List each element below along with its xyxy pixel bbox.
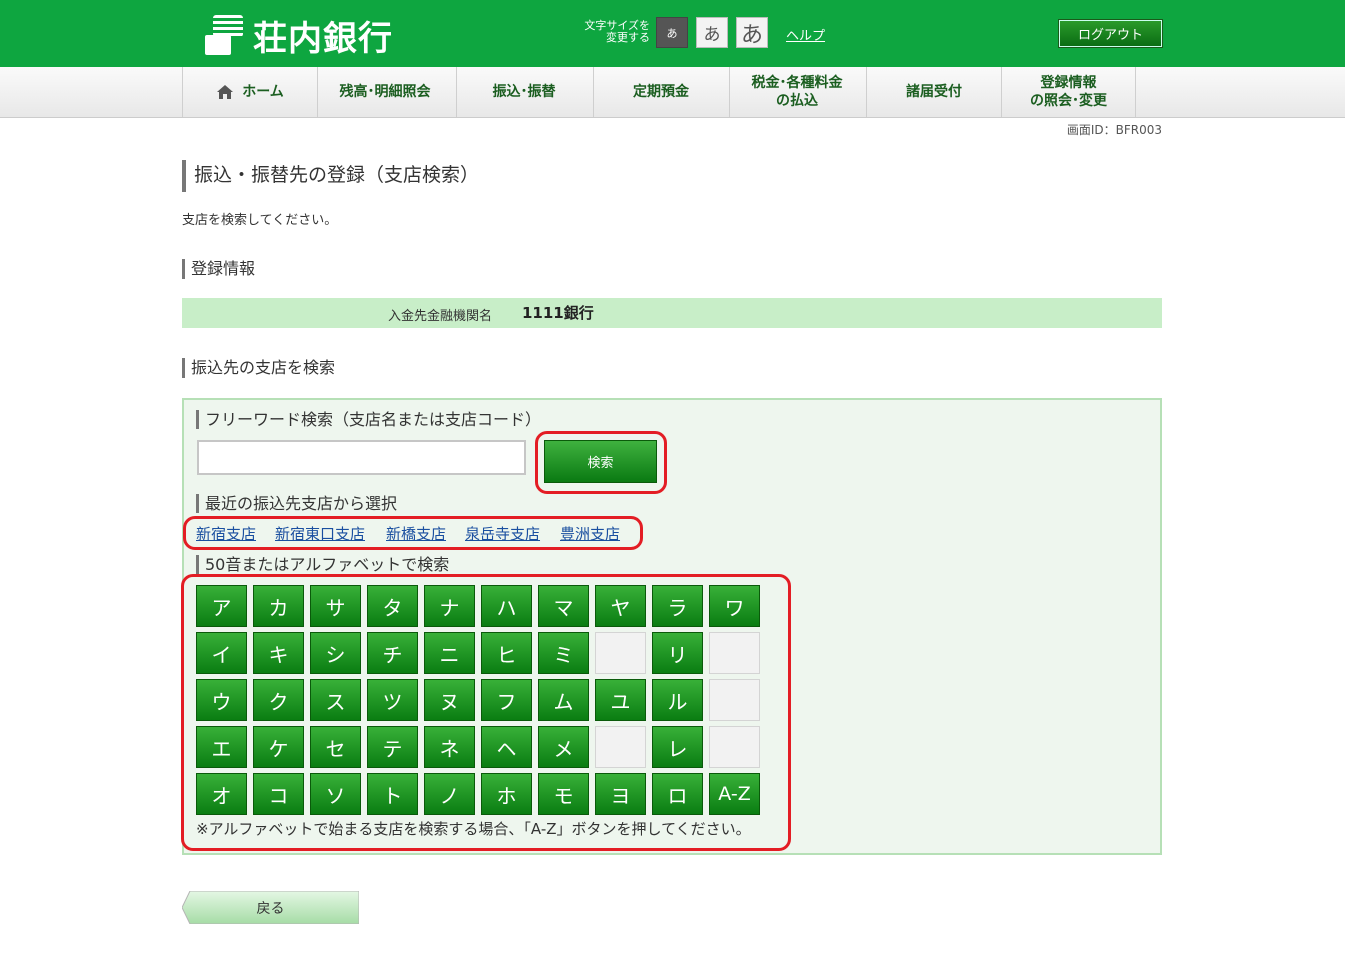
bank-logo[interactable]: 荘内銀行 <box>205 14 393 59</box>
kana-button[interactable]: ヘ <box>481 726 532 768</box>
help-link[interactable]: ヘルプ <box>786 25 825 44</box>
kana-button[interactable]: ソ <box>310 773 361 815</box>
kana-button[interactable]: ヌ <box>424 679 475 721</box>
font-size-small-button[interactable]: あ <box>656 17 688 48</box>
kana-button[interactable]: ツ <box>367 679 418 721</box>
nav-item-transfer[interactable]: 振込･振替 <box>456 67 591 117</box>
kana-button[interactable]: メ <box>538 726 589 768</box>
kana-empty-cell <box>709 632 760 674</box>
nav-item-tax-payment[interactable]: 税金･各種料金 の払込 <box>729 67 864 117</box>
branch-search-heading: 振込先の支店を検索 <box>182 358 335 378</box>
alphabet-button[interactable]: A-Z <box>709 773 760 815</box>
kana-button[interactable]: ヨ <box>595 773 646 815</box>
nav-item-registration-info[interactable]: 登録情報 の照会･変更 <box>1001 67 1136 117</box>
kana-button[interactable]: シ <box>310 632 361 674</box>
home-icon <box>217 85 234 99</box>
kana-button[interactable]: ア <box>196 585 247 627</box>
kana-button[interactable]: ヤ <box>595 585 646 627</box>
kana-button[interactable]: コ <box>253 773 304 815</box>
font-size-label: 文字サイズを 変更する <box>584 19 650 44</box>
kana-button[interactable]: モ <box>538 773 589 815</box>
kana-button[interactable]: ニ <box>424 632 475 674</box>
search-button[interactable]: 検索 <box>544 440 657 483</box>
kana-button[interactable]: マ <box>538 585 589 627</box>
kana-button[interactable]: イ <box>196 632 247 674</box>
kana-button[interactable]: ロ <box>652 773 703 815</box>
kana-button[interactable]: チ <box>367 632 418 674</box>
kana-search-heading: 50音またはアルファベットで検索 <box>196 555 449 574</box>
global-nav: ホーム 残高･明細照会 振込･振替 定期預金 税金･各種料金 の払込 諸届受付 登… <box>0 67 1345 118</box>
recent-branch-link[interactable]: 新宿支店 <box>196 523 256 544</box>
alphabet-note: ※アルファベットで始まる支店を検索する場合、「A-Z」ボタンを押してください。 <box>196 820 751 838</box>
kana-button[interactable]: ト <box>367 773 418 815</box>
freeword-search-input[interactable] <box>197 440 526 475</box>
recent-branches-heading: 最近の振込先支店から選択 <box>196 494 397 513</box>
registration-info-bar: 入金先金融機関名 1111銀行 <box>182 298 1162 328</box>
kana-button[interactable]: ラ <box>652 585 703 627</box>
nav-item-time-deposit[interactable]: 定期預金 <box>593 67 728 117</box>
kana-button[interactable]: ス <box>310 679 361 721</box>
kana-button[interactable]: ワ <box>709 585 760 627</box>
recent-branch-link[interactable]: 新橋支店 <box>386 523 446 544</box>
kana-button[interactable]: フ <box>481 679 532 721</box>
kana-button[interactable]: ユ <box>595 679 646 721</box>
bank-name-value: 1111銀行 <box>522 304 594 322</box>
instruction-text: 支店を検索してください。 <box>182 213 338 228</box>
recent-branch-link[interactable]: 新宿東口支店 <box>275 523 365 544</box>
kana-button[interactable]: ノ <box>424 773 475 815</box>
recent-branch-link[interactable]: 泉岳寺支店 <box>465 523 540 544</box>
kana-button[interactable]: タ <box>367 585 418 627</box>
kana-button[interactable]: ケ <box>253 726 304 768</box>
kana-button[interactable]: ル <box>652 679 703 721</box>
kana-button[interactable]: リ <box>652 632 703 674</box>
kana-button[interactable]: ヒ <box>481 632 532 674</box>
font-size-medium-button[interactable]: あ <box>696 17 728 48</box>
bank-name-label: 入金先金融機関名 <box>388 309 493 324</box>
kana-button[interactable]: ネ <box>424 726 475 768</box>
kana-button[interactable]: セ <box>310 726 361 768</box>
nav-item-home[interactable]: ホーム <box>182 67 317 117</box>
logo-icon <box>205 15 243 55</box>
freeword-heading: フリーワード検索（支店名または支店コード） <box>196 410 541 429</box>
kana-empty-cell <box>709 679 760 721</box>
page-title: 振込・振替先の登録（支店検索） <box>182 160 479 192</box>
kana-button[interactable]: ナ <box>424 585 475 627</box>
nav-item-balance[interactable]: 残高･明細照会 <box>317 67 452 117</box>
kana-button[interactable]: テ <box>367 726 418 768</box>
kana-button[interactable]: ハ <box>481 585 532 627</box>
kana-button[interactable]: オ <box>196 773 247 815</box>
logout-button[interactable]: ログアウト <box>1058 19 1163 48</box>
kana-empty-cell <box>595 726 646 768</box>
kana-button[interactable]: エ <box>196 726 247 768</box>
font-size-large-button[interactable]: あ <box>736 17 768 48</box>
kana-empty-cell <box>709 726 760 768</box>
kana-button[interactable]: レ <box>652 726 703 768</box>
recent-branch-link[interactable]: 豊洲支店 <box>560 523 620 544</box>
screen-id: 画面ID：BFR003 <box>1066 123 1162 137</box>
logo-text: 荘内銀行 <box>253 18 393 59</box>
kana-button[interactable]: サ <box>310 585 361 627</box>
kana-button[interactable]: カ <box>253 585 304 627</box>
nav-item-notifications[interactable]: 諸届受付 <box>866 67 1001 117</box>
kana-button[interactable]: ミ <box>538 632 589 674</box>
registration-heading: 登録情報 <box>182 259 255 279</box>
header-bar: 荘内銀行 文字サイズを 変更する あ あ あ ヘルプ ログアウト <box>0 0 1345 67</box>
back-button[interactable]: 戻る <box>182 891 359 924</box>
kana-button[interactable]: キ <box>253 632 304 674</box>
kana-button[interactable]: ウ <box>196 679 247 721</box>
kana-empty-cell <box>595 632 646 674</box>
kana-button[interactable]: ク <box>253 679 304 721</box>
kana-button[interactable]: ム <box>538 679 589 721</box>
kana-button[interactable]: ホ <box>481 773 532 815</box>
